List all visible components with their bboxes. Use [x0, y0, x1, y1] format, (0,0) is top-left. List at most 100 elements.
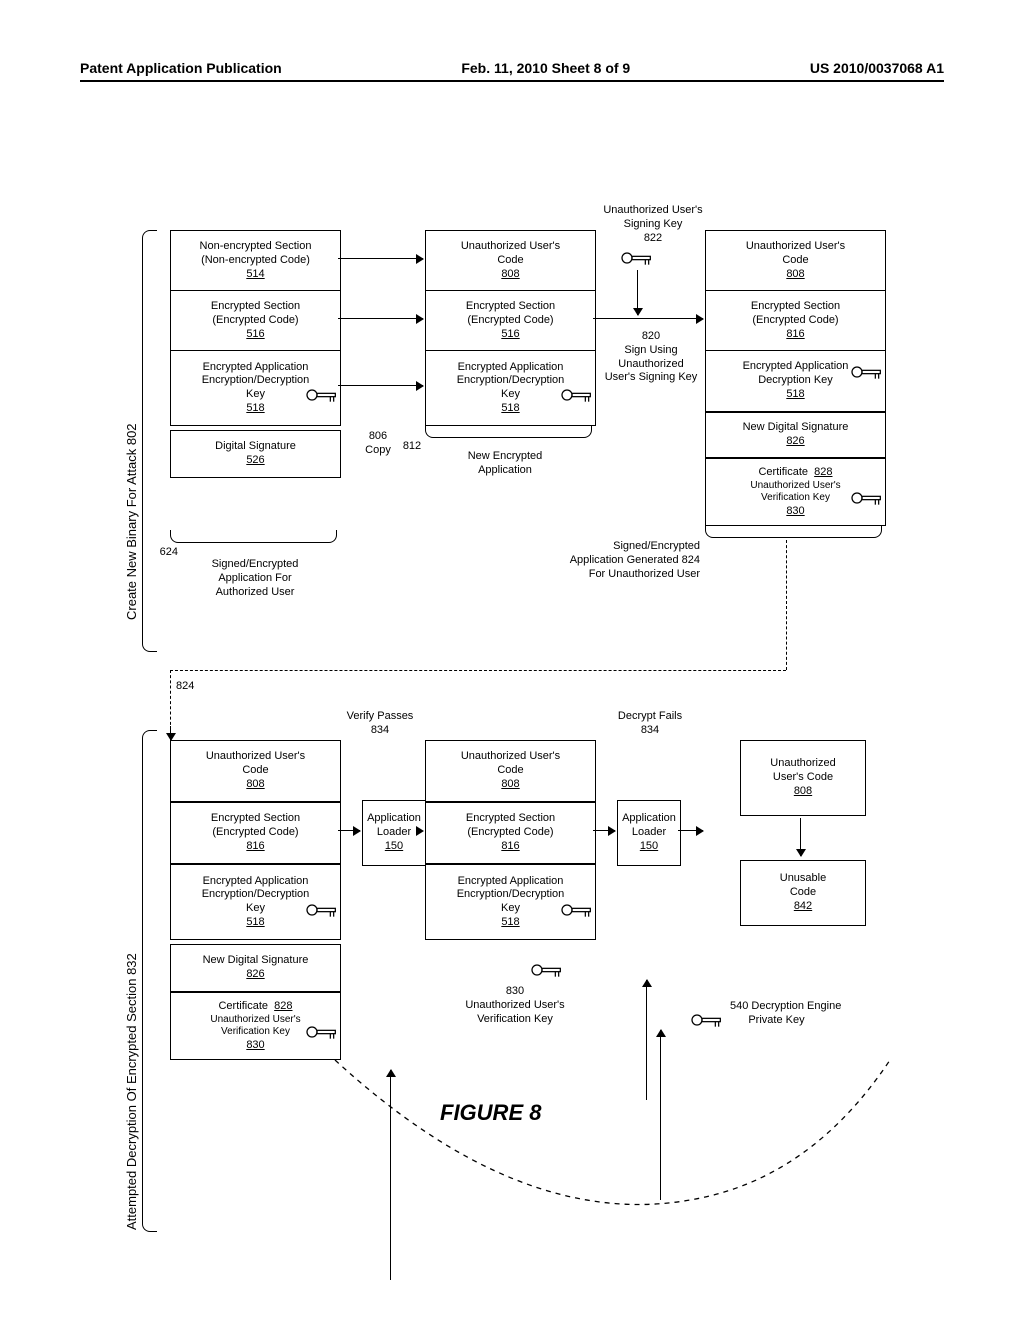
arrow-from-loader2 [678, 830, 703, 831]
t: Unauthorized User's [750, 480, 840, 491]
ref: 518 [501, 916, 519, 930]
box-dsig-826: New Digital Signature 826 [705, 412, 886, 458]
box-unauth-808-bc3: Unauthorized User's Code 808 [740, 740, 866, 816]
ref: 518 [786, 388, 804, 402]
t: Encrypted Application [203, 361, 309, 375]
brace-824 [705, 525, 882, 538]
label-822: Unauthorized User's Signing Key 822 [598, 204, 708, 245]
arrow-key-down [637, 270, 638, 315]
t: Signed/Encrypted [613, 540, 700, 552]
key-icon-verification-2 [530, 960, 564, 980]
t: User's Code [773, 771, 833, 785]
box-encrypted-516-c2: Encrypted Section (Encrypted Code) 516 [425, 290, 596, 352]
key-icon [560, 900, 594, 920]
ref-824b: 824 [176, 680, 194, 694]
t: (Encrypted Code) [467, 314, 553, 328]
box-enc-816-bc2: Encrypted Section (Encrypted Code) 816 [425, 802, 596, 864]
t: Verification Key [221, 1026, 290, 1037]
arrow-to-loader2 [593, 830, 615, 831]
brace-812 [425, 425, 592, 438]
box-unauth-808-bc2: Unauthorized User's Code 808 [425, 740, 596, 802]
box-unusable-842: Unusable Code 842 [740, 860, 866, 926]
t: Loader [632, 826, 666, 840]
ref: 516 [246, 328, 264, 342]
arrow-to-loader1 [338, 830, 360, 831]
t: Sign Using [624, 344, 677, 356]
label-820: 820 Sign Using Unauthorized User's Signi… [596, 330, 706, 385]
dashed-v2 [170, 670, 171, 730]
arrow-824-down [170, 726, 171, 740]
box-unauth-code-808-c3: Unauthorized User's Code 808 [705, 230, 886, 292]
t: Unauthorized User's [603, 204, 702, 216]
t: Code [242, 764, 268, 778]
key-icon-engine [690, 1010, 724, 1030]
t: Encrypted Section [211, 812, 300, 826]
ref: 516 [501, 328, 519, 342]
t: Code [497, 254, 523, 268]
ref: 150 [640, 840, 658, 854]
t: Private Key [748, 1014, 804, 1026]
ref: 828 [814, 466, 832, 478]
t: Application [478, 464, 532, 476]
t: Decryption Engine [751, 1000, 841, 1012]
ref: 150 [385, 840, 403, 854]
t: Unauthorized User's [210, 1014, 300, 1025]
ref: 806 [369, 430, 387, 442]
header-rule [80, 80, 944, 82]
t: Non-encrypted Section [200, 240, 312, 254]
t: (Encrypted Code) [212, 314, 298, 328]
ref-624: 624 [148, 546, 178, 560]
t: Application Generated [570, 554, 679, 566]
t: Code [790, 886, 816, 900]
t: New Digital Signature [203, 954, 309, 968]
header-center: Feb. 11, 2010 Sheet 8 of 9 [461, 60, 630, 76]
arrow-sign [593, 318, 703, 319]
t: Verification Key [761, 492, 830, 503]
t: Application [367, 812, 421, 826]
ref: 826 [246, 968, 264, 982]
t: (Encrypted Code) [467, 826, 553, 840]
ref: 808 [786, 268, 804, 282]
t: Digital Signature [215, 440, 296, 454]
ref: 518 [246, 916, 264, 930]
ref: 826 [786, 435, 804, 449]
t: Decryption Key [758, 374, 833, 388]
header-left: Patent Application Publication [80, 60, 282, 76]
ref: 820 [642, 330, 660, 342]
label-624: Signed/Encrypted Application For Authori… [190, 558, 320, 599]
box-encrypted-816-c3: Encrypted Section (Encrypted Code) 816 [705, 290, 886, 352]
brace-top-section [142, 230, 157, 652]
header-right: US 2010/0037068 A1 [810, 60, 944, 76]
key-icon [305, 900, 339, 920]
t: Encrypted Application [743, 360, 849, 374]
page: Patent Application Publication Feb. 11, … [80, 60, 944, 1260]
t: Code [782, 254, 808, 268]
t: For Unauthorized User [589, 568, 700, 580]
ref: 808 [501, 268, 519, 282]
t: Unauthorized [770, 757, 835, 771]
page-header: Patent Application Publication Feb. 11, … [80, 60, 944, 76]
t: Copy [365, 444, 391, 456]
ref: 828 [274, 1000, 292, 1012]
box-nonencrypted-514: Non-encrypted Section (Non-encrypted Cod… [170, 230, 341, 292]
ref: 834 [371, 724, 389, 736]
dashed-curve [170, 1050, 910, 1250]
label-verkey-830: 830 Unauthorized User's Verification Key [440, 985, 590, 1026]
key-icon [850, 362, 884, 382]
ref: 834 [641, 724, 659, 736]
key-icon [560, 385, 594, 405]
t: Verify Passes [347, 710, 414, 722]
t: Encryption/Decryption [202, 888, 310, 902]
ref: 540 [730, 1000, 748, 1012]
t: Authorized User [216, 586, 295, 598]
t: Encrypted Application [458, 361, 564, 375]
ref: 816 [786, 328, 804, 342]
t: Decrypt Fails [618, 710, 682, 722]
t: Unauthorized [618, 358, 683, 370]
arrow-r3 [338, 385, 423, 386]
arrow-r1 [338, 258, 423, 259]
t: Encrypted Section [466, 300, 555, 314]
ref: 808 [794, 785, 812, 799]
label-812: New Encrypted Application [440, 450, 570, 478]
t: Verification Key [477, 1013, 553, 1025]
